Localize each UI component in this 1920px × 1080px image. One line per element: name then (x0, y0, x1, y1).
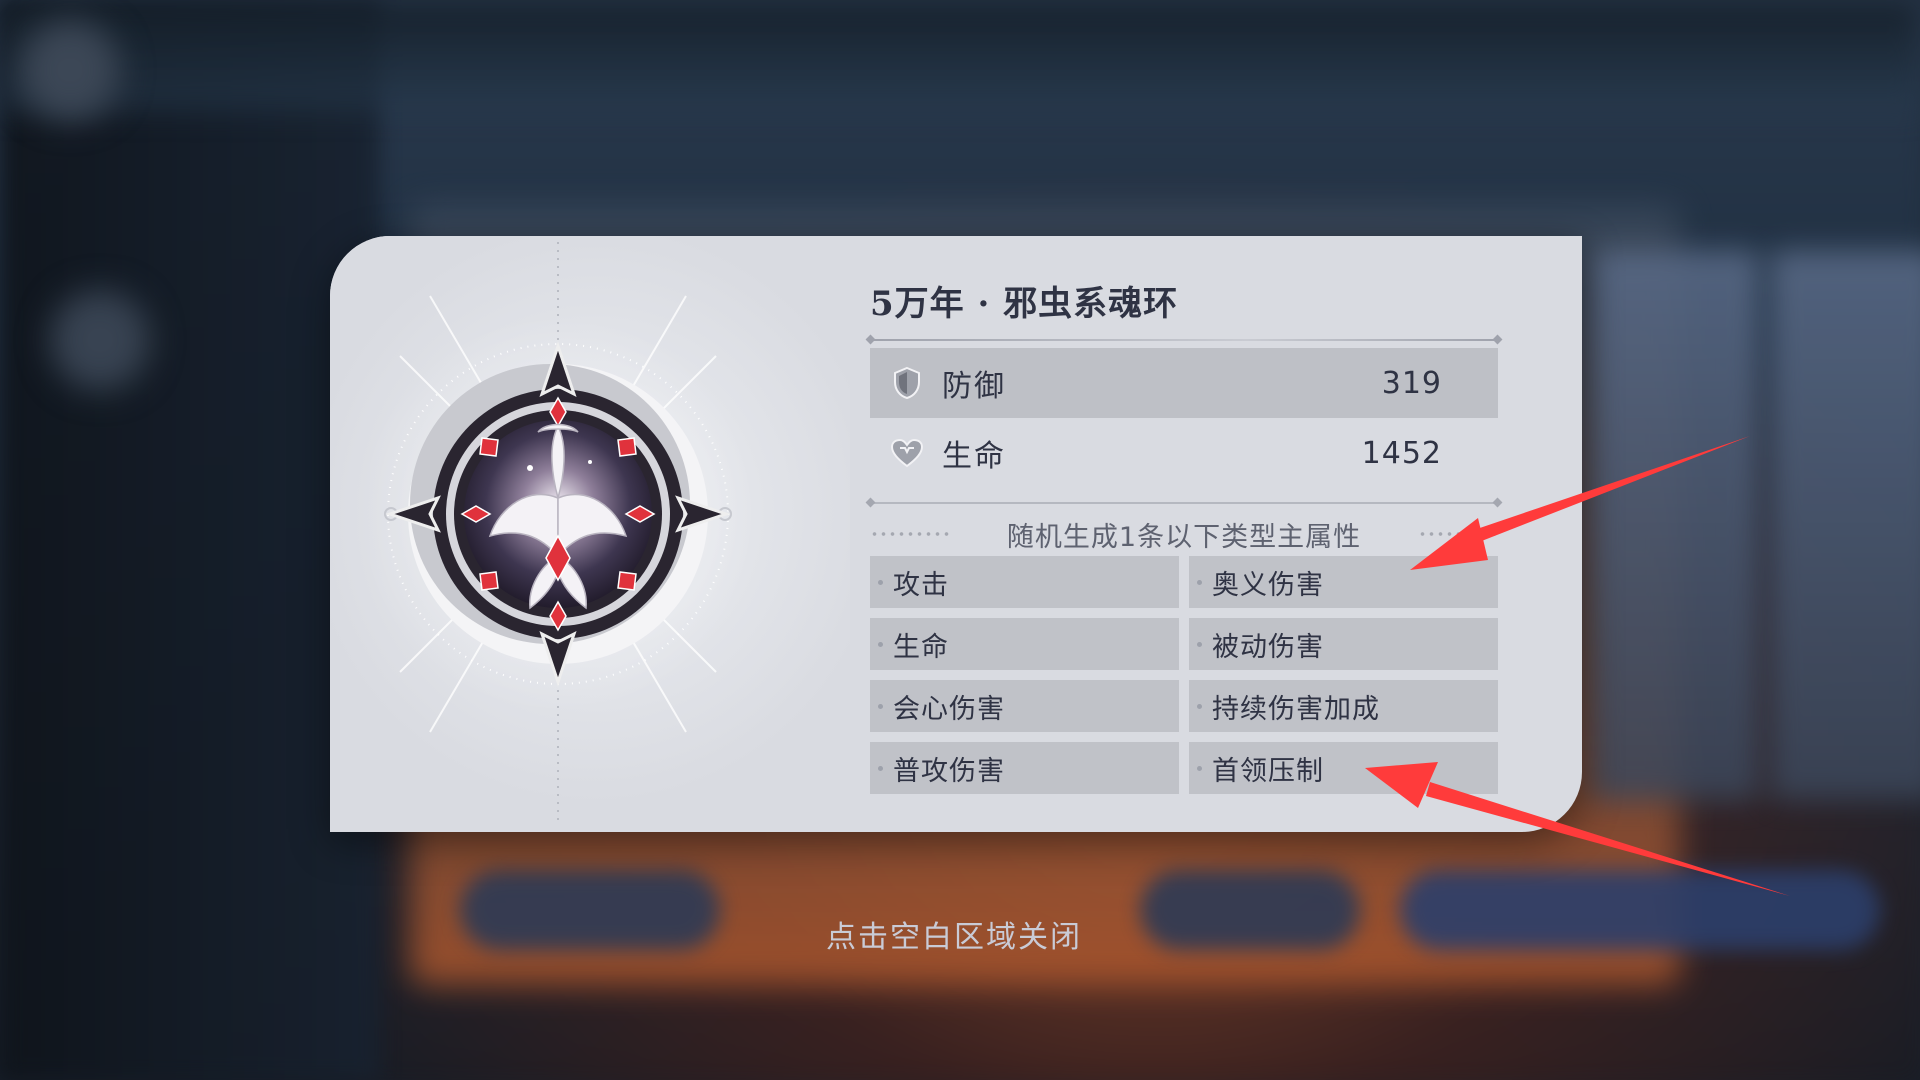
stat-row-health: 生命 1452 (870, 418, 1498, 488)
attribute-item: 攻击 (870, 556, 1179, 608)
attribute-label: 会心伤害 (893, 693, 1005, 725)
background-button-blurred (1140, 870, 1360, 950)
stat-value: 1452 (1361, 435, 1442, 471)
stat-label: 防御 (942, 369, 1006, 404)
background-button-blurred (1400, 870, 1880, 950)
soul-ring-emblem-icon (370, 242, 758, 826)
attribute-label: 被动伤害 (1212, 631, 1324, 663)
attribute-label: 攻击 (893, 569, 949, 601)
attribute-item: 普攻伤害 (870, 742, 1179, 794)
background-card-blurred (1590, 250, 1760, 800)
item-title: 5万年 · 邪虫系魂环 (870, 284, 1179, 324)
attribute-item: 持续伤害加成 (1189, 680, 1498, 732)
random-attributes-heading: 随机生成1条以下类型主属性 (870, 512, 1498, 556)
dotted-ornament (1418, 532, 1498, 536)
attribute-label: 持续伤害加成 (1212, 693, 1380, 725)
background-card-blurred (1770, 250, 1920, 800)
avatar-blurred (20, 20, 120, 120)
bullet-icon (878, 703, 883, 709)
stat-label: 生命 (942, 439, 1006, 474)
title-divider (870, 339, 1498, 341)
attribute-item: 奥义伤害 (1189, 556, 1498, 608)
stat-row-defense: 防御 319 (870, 348, 1498, 418)
shield-icon (884, 360, 930, 406)
attribute-label: 生命 (893, 631, 949, 663)
bullet-icon (878, 579, 883, 585)
heart-icon (884, 430, 930, 476)
attribute-label: 奥义伤害 (1212, 569, 1324, 601)
soul-ring-detail-modal: 5万年 · 邪虫系魂环 防御 319 生命 1452 随机生成1条以下类型主属性… (330, 236, 1582, 832)
bullet-icon (878, 765, 883, 771)
stat-value: 319 (1381, 365, 1442, 401)
bullet-icon (1197, 641, 1202, 647)
menu-icon-blurred (50, 290, 150, 390)
attribute-item: 会心伤害 (870, 680, 1179, 732)
bullet-icon (1197, 765, 1202, 771)
bullet-icon (878, 641, 883, 647)
attribute-item: 首领压制 (1189, 742, 1498, 794)
attribute-label: 普攻伤害 (893, 755, 1005, 787)
dotted-ornament (870, 532, 950, 536)
background-button-blurred (460, 870, 720, 950)
top-bar-blurred (0, 0, 1920, 110)
attribute-label: 首领压制 (1212, 755, 1324, 787)
section-divider (870, 502, 1498, 504)
bullet-icon (1197, 703, 1202, 709)
close-hint-text: 点击空白区域关闭 (826, 920, 1082, 955)
attribute-item: 生命 (870, 618, 1179, 670)
random-attributes-heading-text: 随机生成1条以下类型主属性 (1006, 521, 1362, 553)
bullet-icon (1197, 579, 1202, 585)
attribute-item: 被动伤害 (1189, 618, 1498, 670)
left-sidebar-blurred (0, 0, 380, 1080)
